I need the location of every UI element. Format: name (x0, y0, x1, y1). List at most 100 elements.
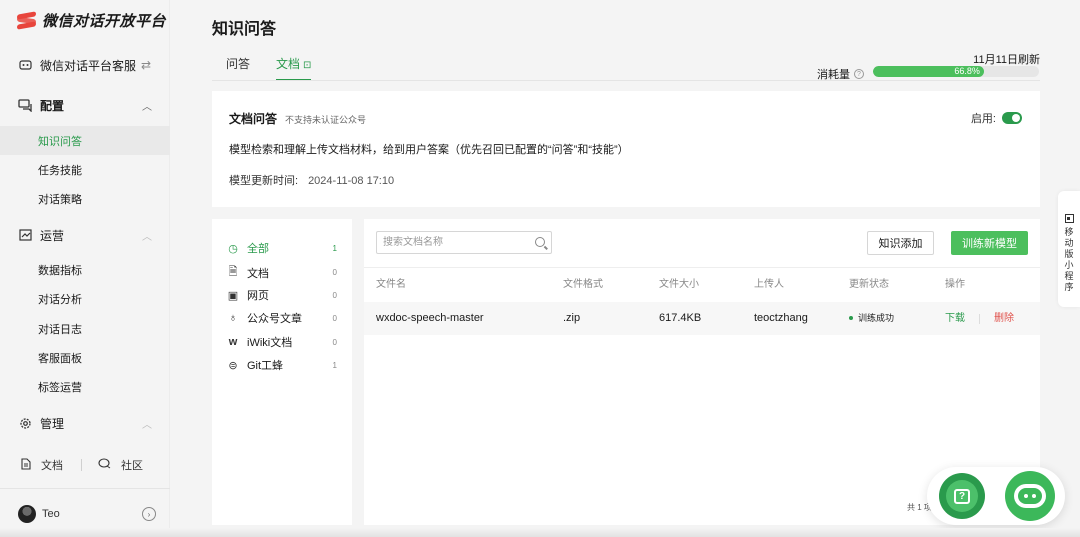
divider (81, 459, 82, 471)
mobile-tab-label: 移动版小程序 (1064, 227, 1074, 292)
chevron-up-icon: ︿ (142, 231, 152, 243)
help-feedback-button[interactable]: ? (939, 473, 985, 519)
question-bubble-icon: ? (946, 480, 978, 512)
community-link-label: 社区 (121, 460, 143, 472)
mobile-miniprogram-tab[interactable]: 移动版小程序 (1058, 191, 1080, 307)
enable-label: 启用: (970, 113, 996, 125)
app-name: 微信对话开放平台 (42, 12, 167, 30)
chevron-up-icon: ︿ (142, 101, 152, 113)
search-icon[interactable] (535, 237, 545, 247)
logo-icon (17, 10, 36, 30)
sidebar-item-cs-panel[interactable]: 客服面板 (0, 343, 170, 372)
sidebar-item-task-skills[interactable]: 任务技能 (0, 155, 170, 184)
column-header: 文件大小 (659, 279, 699, 290)
robot-icon (18, 58, 32, 72)
category-panel: ◷ 全部 1 🗎 文档 0 ▣ 网页 0 ♁ 公众号文章 0 w iWiki文档… (212, 219, 352, 525)
chevron-right-icon[interactable]: › (142, 507, 156, 521)
download-link[interactable]: 下载 (945, 302, 965, 335)
sidebar-item-label: 标签运营 (38, 381, 82, 394)
sidebar: 微信对话开放平台 微信对话平台客服 ⇄ 配置 ︿ 知识问答 任务技能 对话策略 … (0, 0, 170, 537)
user-profile[interactable]: Teo (18, 505, 60, 523)
sidebar-item-label: 客服面板 (38, 352, 82, 365)
usage-percent: 66.8% (954, 66, 980, 76)
category-count: 0 (332, 268, 337, 277)
swap-icon[interactable]: ⇄ (141, 58, 151, 72)
enable-control: 启用: (971, 110, 1022, 126)
sidebar-item-dialog-logs[interactable]: 对话日志 (0, 314, 170, 343)
category-official-account[interactable]: ♁ 公众号文章 0 (227, 310, 337, 326)
add-knowledge-button[interactable]: 知识添加 (867, 231, 934, 255)
category-count: 1 (332, 243, 337, 253)
train-model-button[interactable]: 训练新模型 (951, 231, 1028, 255)
category-label: 文档 (247, 267, 269, 280)
tab-label: 问答 (226, 57, 251, 71)
sidebar-item-tag-ops[interactable]: 标签运营 (0, 372, 170, 401)
tab-documents[interactable]: 文档 ⊡ (276, 55, 312, 81)
sidebar-item-label: 对话策略 (38, 193, 82, 206)
usage-label-text: 消耗量 (817, 69, 850, 81)
category-label: iWiki文档 (247, 337, 293, 349)
card-title: 文档问答 (229, 110, 277, 127)
model-update-time: 模型更新时间: 2024-11-08 17:10 (229, 172, 394, 188)
chatbot-button[interactable] (1005, 471, 1055, 521)
category-count: 0 (332, 290, 337, 300)
update-time-value: 2024-11-08 17:10 (308, 175, 395, 187)
category-label: 公众号文章 (247, 313, 302, 325)
sidebar-item-dialog-strategy[interactable]: 对话策略 (0, 184, 170, 213)
file-size: 617.4KB (659, 312, 702, 324)
category-webpage[interactable]: ▣ 网页 0 (227, 287, 337, 303)
category-label: Git工蜂 (247, 360, 284, 372)
help-icon[interactable]: ? (854, 69, 864, 79)
gear-icon (18, 416, 32, 430)
category-docs[interactable]: 🗎 文档 0 (227, 263, 337, 282)
docs-link[interactable]: 文档 (21, 457, 63, 473)
doc-qa-card: 文档问答 不支持未认证公众号 启用: 模型检索和理解上传文档材料，给到用户答案（… (212, 91, 1040, 207)
table-header: 文件名 文件格式 文件大小 上传人 更新状态 操作 (364, 267, 1040, 301)
category-iwiki[interactable]: w iWiki文档 0 (227, 334, 337, 350)
sidebar-item-dialog-analysis[interactable]: 对话分析 (0, 284, 170, 313)
menu-group-title: 配置 (40, 98, 65, 113)
sidebar-item-data-metrics[interactable]: 数据指标 (0, 255, 170, 284)
qrcode-icon (1064, 214, 1074, 223)
sidebar-item-label: 任务技能 (38, 164, 82, 177)
account-switcher[interactable]: 微信对话平台客服 ⇄ (0, 55, 170, 75)
tab-qa[interactable]: 问答 (226, 55, 250, 77)
account-name: 微信对话平台客服 (40, 58, 137, 73)
column-header: 文件格式 (563, 279, 603, 290)
search-input[interactable] (377, 232, 517, 253)
delete-link[interactable]: 删除 (994, 302, 1014, 335)
status-text: 训练成功 (858, 313, 895, 323)
menu-group-config[interactable]: 配置 ︿ (0, 95, 170, 115)
menu-group-title: 运营 (40, 228, 65, 243)
refresh-date: 11月11日刷新 (973, 54, 1040, 66)
chevron-up-icon: ︿ (142, 419, 152, 431)
column-header: 文件名 (376, 279, 406, 290)
avatar (18, 505, 36, 523)
git-icon: ⊜ (228, 359, 238, 372)
app-logo[interactable]: 微信对话开放平台 (17, 10, 166, 30)
category-label: 全部 (247, 243, 269, 255)
category-label: 网页 (247, 290, 269, 302)
sidebar-item-knowledge-qa[interactable]: 知识问答 (0, 126, 170, 155)
sidebar-links: 文档 社区 (0, 455, 170, 475)
menu-group-operations[interactable]: 运营 ︿ (0, 225, 170, 245)
column-header: 上传人 (754, 279, 784, 290)
category-git[interactable]: ⊜ Git工蜂 1 (227, 357, 337, 373)
tab-label: 文档 (276, 57, 301, 71)
menu-group-management[interactable]: 管理 ︿ (0, 413, 170, 433)
community-link[interactable]: 社区 (98, 457, 143, 473)
document-icon (21, 457, 31, 473)
clock-icon: ◷ (228, 242, 238, 255)
sidebar-item-label: 对话分析 (38, 293, 82, 306)
tabs-divider (212, 80, 1040, 81)
user-name: Teo (42, 508, 60, 520)
usage-label: 消耗量 ? (817, 66, 864, 82)
community-icon (98, 458, 111, 472)
enable-toggle[interactable] (1002, 112, 1022, 124)
sidebar-item-label: 对话日志 (38, 323, 82, 336)
sidebar-item-label: 数据指标 (38, 264, 82, 277)
search-box (376, 231, 552, 254)
official-account-icon: ♁ (228, 312, 238, 324)
category-all[interactable]: ◷ 全部 1 (227, 240, 337, 256)
file-name: wxdoc-speech-master (376, 312, 484, 324)
